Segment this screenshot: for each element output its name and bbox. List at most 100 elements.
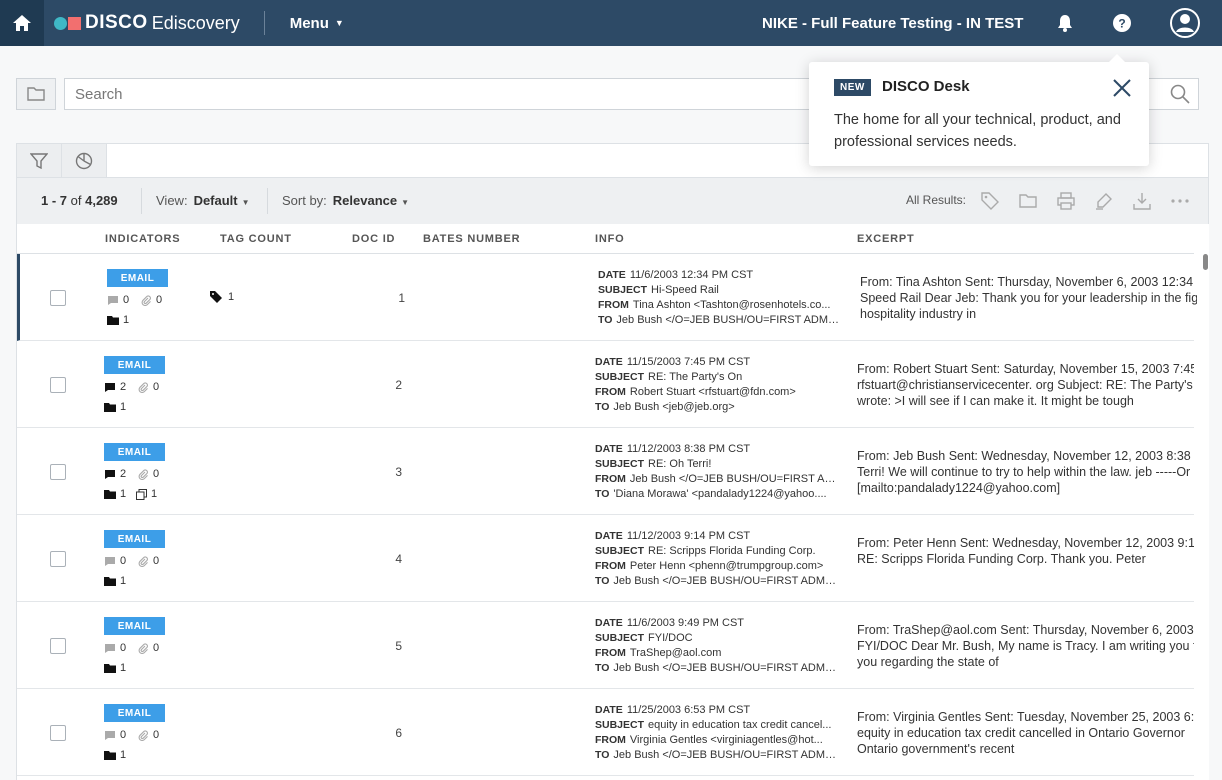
row-checkbox[interactable] [50,638,66,654]
svg-text:?: ? [1118,17,1125,31]
column-header-tag-count[interactable]: TAG COUNT [220,233,292,245]
attachments-indicator[interactable]: 0 [138,381,159,393]
comment-icon [108,295,118,305]
duplicates-indicator[interactable]: 1 [136,488,157,500]
notes-indicator[interactable]: 0 [104,729,126,741]
attachments-indicator[interactable]: 0 [138,729,159,741]
column-header-bates-number[interactable]: BATES NUMBER [423,233,520,245]
table-row[interactable]: EMAIL 0 0 1 6 DATE 11/25/2003 6:53 PM CST SUBJE… [17,689,1194,776]
notes-indicator[interactable]: 2 [104,468,126,480]
chevron-down-icon: ▼ [334,18,344,28]
filter-button[interactable] [17,144,62,177]
folders-indicator[interactable]: 1 [104,575,126,587]
folder-icon [104,489,116,499]
doc-excerpt[interactable]: From: Jeb Bush Sent: Wednesday, November… [857,448,1194,498]
user-avatar-icon [1170,8,1200,38]
disco-logo[interactable]: DISCO Ediscovery [54,0,240,46]
doc-id: 4 [395,552,402,566]
info-subject: SUBJECT FYI/DOC [595,632,693,644]
folders-indicator[interactable]: 1 [104,488,126,500]
table-row[interactable]: EMAIL 2 0 1 2 DATE 11/15/2003 7:45 PM CST SUBJE… [17,341,1194,428]
row-checkbox[interactable] [50,551,66,567]
doc-info[interactable]: DATE 11/12/2003 9:14 PM CST SUBJECT RE: Scr… [595,529,839,589]
row-checkbox[interactable] [50,377,66,393]
sort-value: Relevance [332,193,398,208]
project-name[interactable]: NIKE - Full Feature Testing - IN TEST [762,15,1023,32]
table-row[interactable]: EMAIL 0 0 1 5 DATE 11/6/2003 9:49 PM CST SUBJEC… [17,602,1194,689]
doc-excerpt[interactable]: From: Peter Henn Sent: Wednesday, Novemb… [857,535,1194,585]
notes-indicator[interactable]: 2 [104,381,126,393]
doc-id: 2 [395,378,402,392]
home-button[interactable] [0,0,44,46]
tag-button[interactable] [979,190,1001,212]
attachments-indicator[interactable]: 0 [138,555,159,567]
chevron-down-icon: ▼ [401,198,410,207]
doc-excerpt[interactable]: From: Robert Stuart Sent: Saturday, Nove… [857,361,1194,411]
comment-icon [105,556,115,566]
doc-info[interactable]: DATE 11/6/2003 12:34 PM CST SUBJECT Hi-Spee… [598,268,842,328]
table-row[interactable]: EMAIL 2 0 1 1 3 DATE 11/12/2003 8:38 PM CST SUBJ… [17,428,1194,515]
notifications-button[interactable] [1053,11,1077,35]
user-menu-button[interactable] [1170,8,1200,38]
more-actions-button[interactable] [1169,190,1191,212]
top-bar: DISCO Ediscovery Menu ▼ NIKE - Full Feat… [0,0,1222,46]
folders-indicator[interactable]: 1 [104,749,126,761]
attachments-indicator[interactable]: 0 [141,294,162,306]
doc-excerpt[interactable]: From: Tina Ashton Sent: Thursday, Novemb… [860,274,1197,324]
more-icon [1171,199,1189,203]
column-header-excerpt[interactable]: EXCERPT [857,233,915,245]
notes-indicator[interactable]: 0 [107,294,129,306]
row-checkbox[interactable] [50,464,66,480]
table-row[interactable]: EMAIL 0 0 1 4 DATE 11/12/2003 9:14 PM CST SUBJE… [17,515,1194,602]
column-header-indicators[interactable]: INDICATORS [105,233,180,245]
table-row[interactable]: EMAIL 0 0 1 1 1 DATE 11/6/2003 12:34 PM CST SUBJ… [17,254,1197,341]
folder-browser-button[interactable] [16,78,56,110]
analytics-button[interactable] [62,144,107,177]
tag-count[interactable]: 1 [210,291,234,303]
doc-id: 3 [395,465,402,479]
info-subject: SUBJECT RE: The Party's On [595,371,743,383]
folders-indicator[interactable]: 1 [104,401,126,413]
sort-selector[interactable]: Sort by: Relevance ▼ [282,193,409,208]
doc-info[interactable]: DATE 11/6/2003 9:49 PM CST SUBJECT FYI/DOC F… [595,616,839,676]
redact-button[interactable] [1093,190,1115,212]
attachments-indicator[interactable]: 0 [138,468,159,480]
doc-id: 6 [395,726,402,740]
doc-info[interactable]: DATE 11/15/2003 7:45 PM CST SUBJECT RE: The… [595,355,839,415]
highlighter-icon [1096,193,1112,210]
paperclip-icon [138,381,148,393]
download-button[interactable] [1131,190,1153,212]
folder-icon [104,663,116,673]
notes-indicator[interactable]: 0 [104,555,126,567]
print-button[interactable] [1055,190,1077,212]
attachments-indicator[interactable]: 0 [138,642,159,654]
notes-indicator[interactable]: 0 [104,642,126,654]
divider [267,188,268,214]
view-selector[interactable]: View: Default ▼ [156,193,250,208]
add-to-folder-button[interactable] [1017,190,1039,212]
folders-indicator[interactable]: 1 [104,662,126,674]
sort-label: Sort by: [282,193,327,208]
menu-button[interactable]: Menu ▼ [290,15,344,32]
home-icon [13,15,31,31]
info-from: FROM Virginia Gentles <virginiagentles@ho… [595,734,823,746]
search-icon[interactable] [1170,84,1190,104]
info-from: FROM Peter Henn <phenn@trumpgroup.com> [595,560,824,572]
row-checkbox[interactable] [50,725,66,741]
doc-excerpt[interactable]: From: TraShep@aol.com Sent: Thursday, No… [857,622,1194,672]
help-button[interactable]: ? [1110,11,1134,35]
bell-icon [1058,15,1072,32]
close-icon[interactable] [1112,78,1132,98]
doc-type-badge: EMAIL [104,617,165,635]
column-header-doc-id[interactable]: DOC ID [352,233,395,245]
folders-indicator[interactable]: 1 [107,314,129,326]
doc-info[interactable]: DATE 11/25/2003 6:53 PM CST SUBJECT equity … [595,703,839,763]
comment-icon [105,469,115,479]
row-checkbox[interactable] [50,290,66,306]
info-date: DATE 11/15/2003 7:45 PM CST [595,356,751,368]
doc-excerpt[interactable]: From: Virginia Gentles Sent: Tuesday, No… [857,709,1194,759]
table-scrollbar[interactable] [1200,254,1209,780]
doc-info[interactable]: DATE 11/12/2003 8:38 PM CST SUBJECT RE: Oh … [595,442,839,502]
scroll-thumb[interactable] [1203,254,1208,270]
column-header-info[interactable]: INFO [595,233,624,245]
